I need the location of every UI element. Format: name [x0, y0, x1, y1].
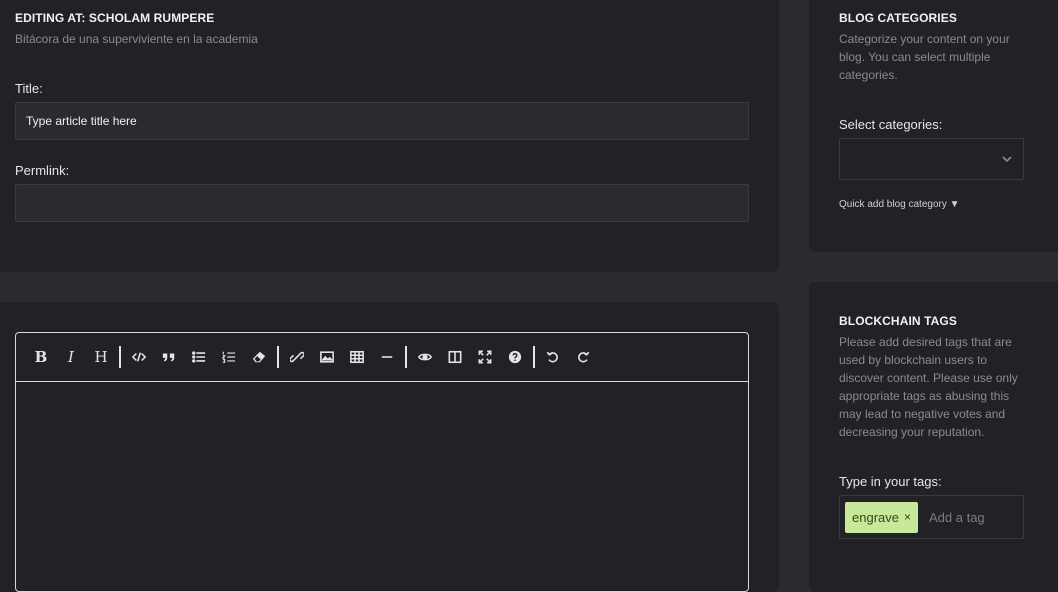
- quote-icon: [162, 353, 175, 362]
- tags-input-box[interactable]: engrave × Add a tag: [839, 495, 1024, 539]
- code-button[interactable]: [124, 342, 154, 372]
- image-button[interactable]: [312, 342, 342, 372]
- link-button[interactable]: [282, 342, 312, 372]
- redo-icon: [578, 351, 590, 363]
- permlink-label: Permlink:: [15, 163, 70, 178]
- preview-button[interactable]: [410, 342, 440, 372]
- ordered-list-icon: [222, 351, 236, 363]
- permlink-input[interactable]: [15, 184, 749, 222]
- title-input[interactable]: Type article title here: [15, 102, 749, 140]
- add-tag-input[interactable]: Add a tag: [929, 510, 985, 525]
- tag-remove-button[interactable]: ×: [904, 510, 911, 524]
- side-by-side-button[interactable]: [440, 342, 470, 372]
- fullscreen-button[interactable]: [470, 342, 500, 372]
- minus-icon: [381, 356, 393, 358]
- markdown-editor[interactable]: B I H: [15, 332, 749, 592]
- guide-button[interactable]: [500, 342, 530, 372]
- fullscreen-icon: [478, 350, 492, 364]
- unordered-list-icon: [192, 351, 206, 363]
- horizontal-rule-button[interactable]: [372, 342, 402, 372]
- code-icon: [132, 352, 146, 362]
- title-label: Title:: [15, 81, 43, 96]
- tags-input-label: Type in your tags:: [839, 474, 942, 489]
- tags-description: Please add desired tags that are used by…: [839, 335, 1018, 439]
- redo-button[interactable]: [568, 342, 598, 372]
- heading-icon: H: [94, 348, 108, 366]
- quote-button[interactable]: [154, 342, 184, 372]
- bold-icon: B: [34, 348, 48, 366]
- image-icon: [320, 351, 334, 363]
- editor-textarea[interactable]: [16, 382, 748, 591]
- columns-icon: [448, 350, 462, 364]
- eraser-icon: [252, 351, 266, 363]
- categories-heading: BLOG CATEGORIES: [839, 11, 957, 25]
- tags-heading: BLOCKCHAIN TAGS: [839, 314, 957, 328]
- quick-add-category-link[interactable]: Quick add blog category ▼: [839, 199, 960, 210]
- editing-heading: EDITING AT: SCHOLAM RUMPERE: [15, 11, 215, 25]
- heading-button[interactable]: H: [86, 342, 116, 372]
- question-icon: [508, 350, 522, 364]
- table-icon: [350, 350, 364, 364]
- categories-description: Categorize your content on your blog. Yo…: [839, 32, 1010, 82]
- link-icon: [290, 351, 304, 363]
- toolbar-separator: [119, 346, 121, 368]
- table-button[interactable]: [342, 342, 372, 372]
- select-categories-label: Select categories:: [839, 117, 943, 132]
- italic-button[interactable]: I: [56, 342, 86, 372]
- editing-subtitle: Bitácora de una superviviente en la acad…: [15, 32, 258, 46]
- toolbar-separator: [405, 346, 407, 368]
- eye-icon: [418, 353, 432, 361]
- categories-select[interactable]: [839, 138, 1024, 180]
- tag-label: engrave: [852, 509, 899, 525]
- bold-button[interactable]: B: [26, 342, 56, 372]
- undo-button[interactable]: [538, 342, 568, 372]
- chevron-down-icon: [1002, 156, 1012, 163]
- clean-button[interactable]: [244, 342, 274, 372]
- tag-chip: engrave ×: [845, 501, 918, 533]
- toolbar-separator: [533, 346, 535, 368]
- undo-icon: [546, 351, 558, 363]
- italic-icon: I: [68, 348, 74, 366]
- toolbar-separator: [277, 346, 279, 368]
- ordered-list-button[interactable]: [214, 342, 244, 372]
- unordered-list-button[interactable]: [184, 342, 214, 372]
- editor-toolbar: B I H: [16, 333, 748, 382]
